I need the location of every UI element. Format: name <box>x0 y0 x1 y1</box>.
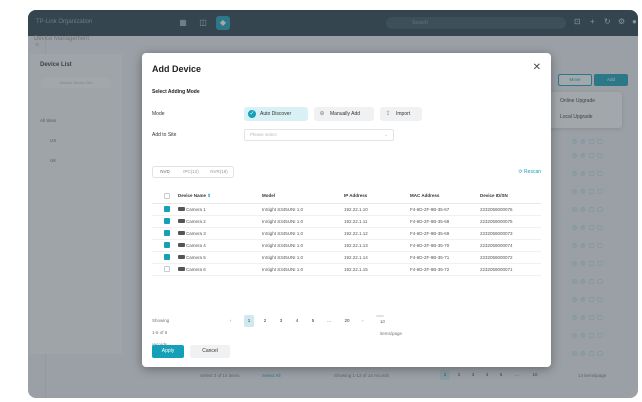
per-page-select[interactable]: 10 items/page ⌄ <box>376 315 402 336</box>
table-row[interactable]: Camera 3 InSight S345UNI 1.0 192.22.1.12… <box>152 227 541 240</box>
sort-icon[interactable]: ⇕ <box>207 193 211 198</box>
row-checkbox[interactable] <box>164 218 170 224</box>
device-mac: F4-6D-2F-9B-35-70 <box>410 239 480 252</box>
row-checkbox[interactable] <box>164 242 170 248</box>
device-model: InSight S345UNI 1.0 <box>262 263 344 276</box>
device-sn: 2232059000072 <box>480 251 541 264</box>
device-name: Camera 4 <box>186 242 206 248</box>
page-button[interactable]: 20 <box>340 315 354 327</box>
device-ip: 192.22.1.13 <box>344 239 410 252</box>
column-ip-address: IP Address <box>344 189 410 204</box>
rescan-button[interactable]: ⟳ Rescan <box>518 169 541 175</box>
row-checkbox[interactable] <box>164 266 170 272</box>
device-sn: 2232059000076 <box>480 203 541 216</box>
table-row[interactable]: Camera 1 InSight S345UNI 1.0 192.22.1.10… <box>152 203 541 216</box>
site-select[interactable]: Please select ⌄ <box>244 129 394 141</box>
camera-icon <box>178 267 185 272</box>
chevron-down-icon: ⌄ <box>384 132 388 137</box>
mode-auto-discover-label: Auto Discover <box>260 111 292 117</box>
device-name: Camera 5 <box>186 254 206 260</box>
table-row[interactable]: Camera 2 InSight S345UNI 1.0 192.22.1.11… <box>152 215 541 228</box>
page-ellipsis: ... <box>327 318 331 323</box>
table-header-row: Device Name ⇕ Model IP Address MAC Addre… <box>152 189 541 204</box>
column-device-id: Device ID/SN <box>480 189 541 204</box>
column-model: Model <box>262 189 344 204</box>
device-model: InSight S345UNI 1.0 <box>262 239 344 252</box>
section-title: Select Adding Mode <box>152 89 200 95</box>
page-button[interactable]: 5 <box>308 315 318 327</box>
device-ip: 192.22.1.12 <box>344 227 410 240</box>
row-checkbox[interactable] <box>164 206 170 212</box>
device-name: Camera 3 <box>186 230 206 236</box>
mode-auto-discover[interactable]: ✓ Auto Discover <box>244 107 308 121</box>
camera-icon <box>178 255 185 260</box>
tab-nvd[interactable]: NVD <box>154 166 176 178</box>
dialog-title: Add Device <box>152 64 202 74</box>
chevron-down-icon: ⌄ <box>380 319 384 324</box>
column-device-name[interactable]: Device Name <box>178 193 206 198</box>
row-checkbox[interactable] <box>164 230 170 236</box>
page-button[interactable]: 2 <box>260 315 270 327</box>
cancel-button[interactable]: Cancel <box>190 345 230 358</box>
rescan-label: Rescan <box>524 169 541 175</box>
plus-circle-icon: ⊕ <box>319 111 325 117</box>
next-page-icon[interactable]: › <box>362 315 364 327</box>
column-mac-address: MAC Address <box>410 189 480 204</box>
add-device-dialog: Add Device ✕ Select Adding Mode Mode ✓ A… <box>142 53 551 367</box>
close-icon[interactable]: ✕ <box>533 62 541 73</box>
discovered-devices-table: Device Name ⇕ Model IP Address MAC Addre… <box>152 189 541 276</box>
mode-import-label: Import <box>396 111 411 117</box>
device-sn: 2232059000073 <box>480 227 541 240</box>
table-row[interactable]: Camera 5 InSight S345UNI 1.0 192.22.1.14… <box>152 251 541 264</box>
device-mac: F4-6D-2F-9B-35-67 <box>410 203 480 216</box>
device-name: Camera 1 <box>186 206 206 212</box>
device-mac: F4-6D-2F-9B-35-68 <box>410 215 480 228</box>
device-sn: 2232059000071 <box>480 263 541 276</box>
mode-label: Mode <box>152 111 165 117</box>
check-icon: ✓ <box>248 110 256 118</box>
device-ip: 192.22.1.15 <box>344 263 410 276</box>
device-name: Camera 2 <box>186 218 206 224</box>
row-checkbox[interactable] <box>164 254 170 260</box>
page-button[interactable]: 3 <box>276 315 286 327</box>
device-ip: 192.22.1.11 <box>344 215 410 228</box>
camera-icon <box>178 243 185 248</box>
device-name: Camera 6 <box>186 266 206 272</box>
apply-button[interactable]: Apply <box>152 345 184 358</box>
page-button[interactable]: 4 <box>292 315 302 327</box>
import-icon: ⇪ <box>385 111 391 117</box>
tab-ipc[interactable]: IPC(12) <box>178 166 204 178</box>
site-select-placeholder: Please select <box>250 132 277 137</box>
device-ip: 192.22.1.10 <box>344 203 410 216</box>
mode-import[interactable]: ⇪ Import <box>380 107 422 121</box>
prev-page-icon[interactable]: ‹ <box>230 315 232 327</box>
mode-manually-add[interactable]: ⊕ Manually Add <box>314 107 374 121</box>
device-model: InSight S345UNI 1.0 <box>262 203 344 216</box>
mode-manually-add-label: Manually Add <box>330 111 361 117</box>
device-sn: 2232059000075 <box>480 215 541 228</box>
device-model: InSight S345UNI 1.0 <box>262 251 344 264</box>
tab-nvr[interactable]: NVR(18) <box>206 166 232 178</box>
camera-icon <box>178 231 185 236</box>
device-mac: F4-6D-2F-9B-35-69 <box>410 227 480 240</box>
select-all-checkbox[interactable] <box>164 192 170 199</box>
table-row[interactable]: Camera 4 InSight S345UNI 1.0 192.22.1.13… <box>152 239 541 252</box>
page-button[interactable]: 1 <box>244 315 254 327</box>
table-row[interactable]: Camera 6 InSight S345UNI 1.0 192.22.1.15… <box>152 263 541 276</box>
site-label: Add to Site <box>152 132 177 138</box>
camera-icon <box>178 219 185 224</box>
device-model: InSight S345UNI 1.0 <box>262 215 344 228</box>
device-mac: F4-6D-2F-9B-35-71 <box>410 251 480 264</box>
device-model: InSight S345UNI 1.0 <box>262 227 344 240</box>
camera-icon <box>178 207 185 212</box>
device-ip: 192.22.1.14 <box>344 251 410 264</box>
device-mac: F4-6D-2F-9B-35-72 <box>410 263 480 276</box>
device-sn: 2232059000074 <box>480 239 541 252</box>
